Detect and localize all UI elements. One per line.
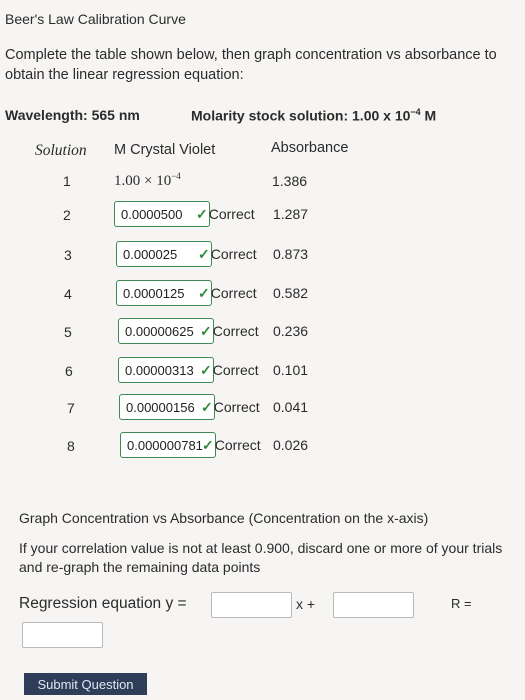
correct-indicator: ✓Correct [196, 206, 255, 223]
submit-question-button[interactable]: Submit Question [24, 673, 147, 695]
correct-indicator: ✓Correct [200, 362, 259, 379]
wavelength-label: Wavelength: 565 nm [5, 107, 140, 123]
molarity-prefix: Molarity stock solution: 1.00 x 10 [191, 107, 411, 124]
header-molarity: M Crystal Violet [114, 142, 216, 158]
correct-label: Correct [208, 206, 255, 222]
correct-label: Correct [210, 285, 257, 301]
regression-label: Regression equation y = [19, 595, 187, 612]
intercept-input[interactable] [333, 592, 414, 618]
absorbance-value: 0.873 [273, 246, 309, 262]
correct-indicator: ✓Correct [198, 285, 257, 302]
checkmark-icon: ✓ [200, 323, 212, 339]
correct-indicator: ✓Correct [201, 399, 260, 416]
x-plus-label: x + [296, 596, 316, 612]
correct-label: Correct [212, 323, 259, 339]
r-value-input[interactable] [22, 622, 103, 648]
correct-indicator: ✓Correct [202, 437, 261, 454]
molarity-label: Molarity stock solution: 1.00 x 10−4 M [191, 107, 436, 124]
molarity-unit: M [420, 107, 437, 124]
absorbance-value: 0.101 [273, 362, 309, 378]
solution-number: 2 [63, 207, 71, 223]
instructions: Complete the table shown below, then gra… [5, 47, 497, 83]
page-title: Beer's Law Calibration Curve [5, 11, 186, 27]
correct-label: Correct [210, 246, 257, 262]
correlation-note: If your correlation value is not at leas… [19, 540, 503, 575]
header-absorbance: Absorbance [271, 140, 349, 156]
stock-concentration: 1.00 × 10−4 [114, 171, 181, 190]
molarity-exponent: −4 [410, 107, 421, 117]
correct-label: Correct [213, 399, 260, 415]
graph-instruction: Graph Concentration vs Absorbance (Conce… [19, 510, 429, 526]
solution-number: 7 [67, 400, 75, 416]
checkmark-icon: ✓ [196, 206, 208, 222]
stock-absorbance: 1.386 [272, 173, 308, 189]
correct-label: Correct [214, 437, 261, 453]
stock-base: 1.00 × 10 [114, 173, 172, 189]
solution-number: 5 [64, 324, 72, 340]
solution-number: 4 [64, 286, 72, 302]
absorbance-value: 0.026 [273, 437, 309, 453]
correct-indicator: ✓Correct [198, 246, 257, 263]
checkmark-icon: ✓ [201, 399, 213, 415]
checkmark-icon: ✓ [198, 246, 210, 262]
absorbance-value: 0.041 [273, 399, 309, 415]
checkmark-icon: ✓ [198, 285, 210, 301]
stock-exponent: −4 [171, 171, 181, 181]
correct-label: Correct [212, 362, 259, 378]
correct-indicator: ✓Correct [200, 323, 259, 340]
absorbance-value: 0.582 [273, 285, 309, 301]
header-solution: Solution [35, 142, 87, 159]
slope-input[interactable] [211, 592, 292, 618]
checkmark-icon: ✓ [200, 362, 212, 378]
checkmark-icon: ✓ [202, 437, 214, 453]
r-label: R = [451, 596, 472, 611]
stock-solution-number: 1 [63, 173, 71, 189]
solution-number: 8 [67, 438, 75, 454]
absorbance-value: 0.236 [273, 323, 309, 339]
absorbance-value: 1.287 [273, 206, 309, 222]
solution-number: 3 [64, 247, 72, 263]
solution-number: 6 [65, 363, 73, 379]
